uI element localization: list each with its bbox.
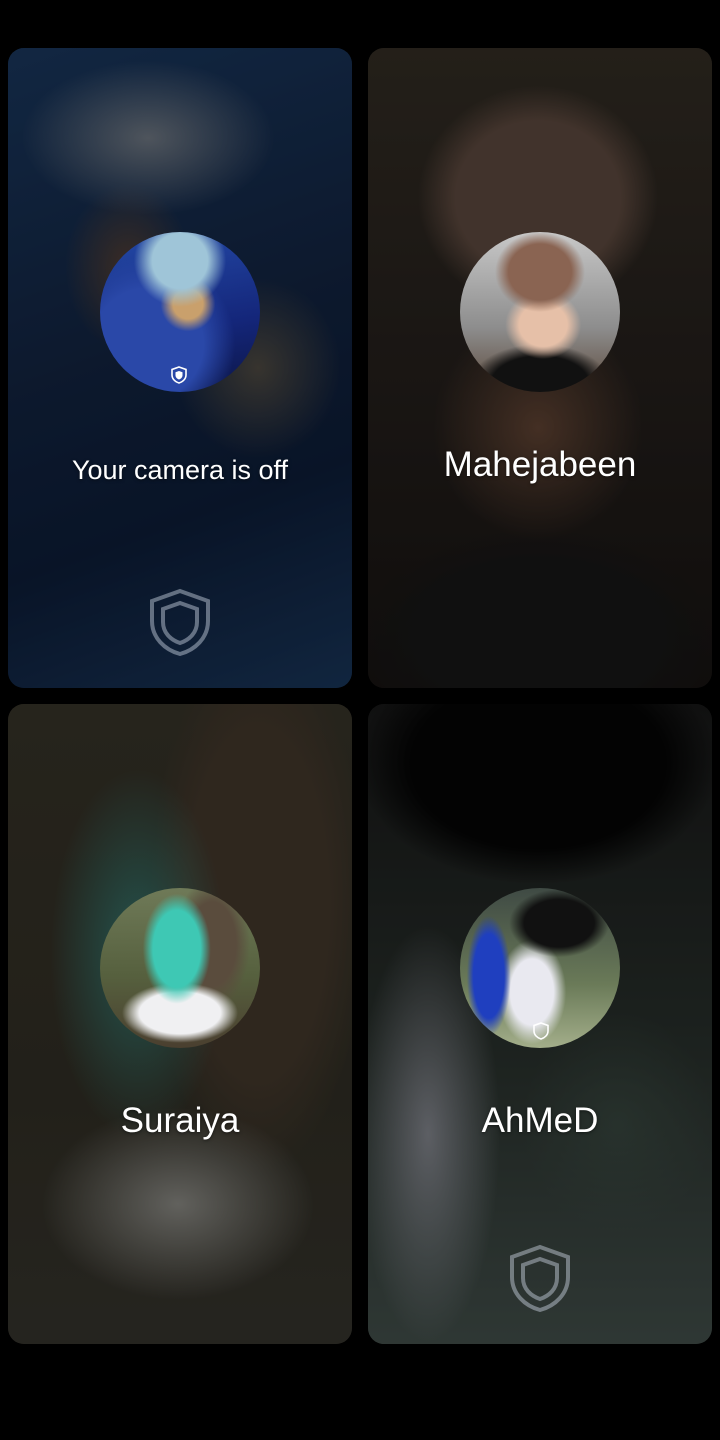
video-call-grid: Your camera is off Mahejabeen Suraiya Ah… [8,48,712,1344]
shield-icon [510,1244,570,1312]
participant-tile[interactable]: Mahejabeen [368,48,712,688]
participant-name: Mahejabeen [443,445,637,484]
shield-icon [150,588,210,656]
participant-tile[interactable]: Suraiya [8,704,352,1344]
avatar [100,232,260,392]
participant-name: Your camera is off [71,455,289,485]
shield-icon [171,366,187,384]
shield-icon [533,1022,549,1040]
participant-name: AhMeD [481,1101,599,1140]
avatar [460,232,620,392]
participant-tile[interactable]: AhMeD [368,704,712,1344]
avatar [460,888,620,1048]
participant-tile-self[interactable]: Your camera is off [8,48,352,688]
avatar [100,888,260,1048]
participant-name: Suraiya [120,1101,240,1140]
